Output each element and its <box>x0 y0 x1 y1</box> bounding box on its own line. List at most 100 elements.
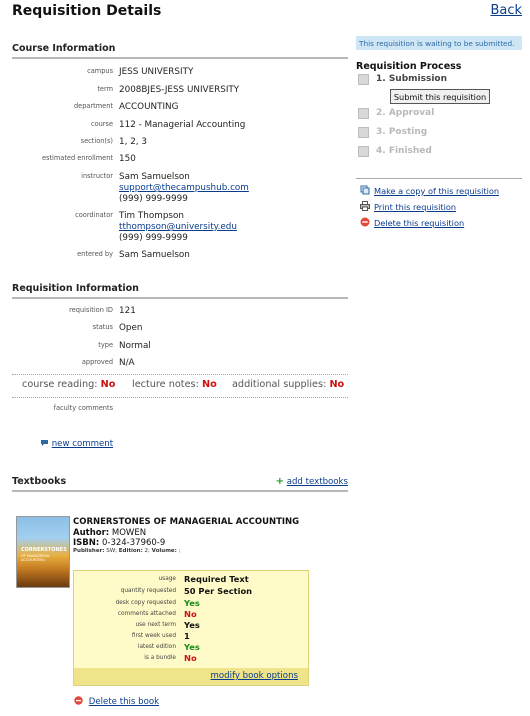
book-volume-label: Volume: <box>151 548 177 554</box>
textbooks-section-title: Textbooks <box>12 476 67 487</box>
book-edition-label: Edition: <box>118 548 143 554</box>
print-action[interactable]: Print this requisition <box>360 201 456 212</box>
type-label: type <box>98 341 113 349</box>
book-author-line: Author: MOWEN <box>73 528 146 538</box>
delete-book-link[interactable]: Delete this book <box>89 697 159 707</box>
comment-icon <box>40 439 49 447</box>
book-isbn-label: ISBN: <box>73 538 100 548</box>
option-label: first week used <box>131 633 176 639</box>
requisition-id-value: 121 <box>119 306 136 316</box>
sidebar-divider <box>356 178 522 179</box>
course-section-rule <box>12 57 348 59</box>
campus-value: JESS UNIVERSITY <box>119 67 194 77</box>
term-label: term <box>97 85 113 93</box>
book-author: MOWEN <box>111 528 147 538</box>
lecture-notes-label: lecture notes: <box>132 379 199 390</box>
option-value: 1 <box>184 631 190 641</box>
book-edition: 2; <box>144 548 150 554</box>
book-author-label: Author: <box>73 528 110 538</box>
book-publisher-label: Publisher: <box>73 548 105 554</box>
course-value: 112 - Managerial Accounting <box>119 120 246 130</box>
book-volume: ; <box>178 548 181 554</box>
department-label: department <box>73 102 113 110</box>
option-label: quantity requested <box>120 588 176 594</box>
additional-supplies-label: additional supplies: <box>232 379 327 390</box>
book-cover-subtitle: OF MANAGERIAL ACCOUNTING <box>21 554 50 562</box>
copy-requisition-link[interactable]: Make a copy of this requisition <box>374 186 499 196</box>
status-notice: This requisition is waiting to be submit… <box>356 36 522 50</box>
back-link[interactable]: Back <box>490 3 522 18</box>
requisition-section-rule <box>12 297 348 299</box>
additional-supplies-value: No <box>329 379 345 390</box>
add-textbooks-link[interactable]: add textbooks <box>287 477 348 487</box>
option-value: No <box>184 653 197 663</box>
step-checkbox-icon <box>358 127 369 138</box>
plus-icon: + <box>275 476 284 487</box>
delete-icon <box>360 217 370 227</box>
delete-icon <box>74 696 83 705</box>
sections-label: section(s) <box>80 137 113 145</box>
add-textbooks-wrap[interactable]: + add textbooks <box>276 476 348 487</box>
option-label: is a bundle <box>144 655 176 661</box>
additional-supplies: additional supplies: No <box>232 379 344 390</box>
book-meta-line: Publisher: SW; Edition: 2; Volume: ; <box>73 548 180 554</box>
book-cover-title: CORNERSTONES <box>21 547 67 553</box>
coordinator-name: Tim Thompson <box>119 211 184 221</box>
status-value: Open <box>119 323 143 333</box>
option-label: usage <box>158 576 177 582</box>
printer-icon <box>360 201 370 211</box>
option-value: Yes <box>184 642 200 652</box>
copy-action[interactable]: Make a copy of this requisition <box>360 185 499 196</box>
option-label: use next term <box>135 622 176 628</box>
new-comment-link[interactable]: new comment <box>52 439 113 449</box>
option-value: Yes <box>184 620 200 630</box>
enrollment-value: 150 <box>119 154 136 164</box>
course-reading-value: No <box>100 379 116 390</box>
copy-icon <box>360 185 370 195</box>
step-checkbox-icon <box>358 74 369 85</box>
term-value: 2008BJES-JESS UNIVERSITY <box>119 85 240 95</box>
entered-by-label: entered by <box>77 250 113 258</box>
requisition-section-title: Requisition Information <box>12 283 139 294</box>
submit-requisition-button[interactable]: Submit this requisition <box>390 89 490 104</box>
step-checkbox-icon <box>358 146 369 157</box>
course-reading-label: course reading: <box>22 379 98 390</box>
extras-top-divider <box>12 374 348 375</box>
new-comment-link-wrap[interactable]: new comment <box>40 439 113 449</box>
type-value: Normal <box>119 341 151 351</box>
requisition-id-label: requisition ID <box>69 306 113 314</box>
delete-book-wrap[interactable]: Delete this book <box>74 696 159 707</box>
instructor-value: Sam Samuelson support@thecampushub.com (… <box>119 172 249 205</box>
coordinator-email-link[interactable]: tthompson@university.edu <box>119 222 237 232</box>
book-title: CORNERSTONES OF MANAGERIAL ACCOUNTING <box>73 517 300 527</box>
coordinator-phone: (999) 999-9999 <box>119 233 188 243</box>
option-value: Yes <box>184 598 200 608</box>
lecture-notes: lecture notes: No <box>132 379 217 390</box>
course-reading: course reading: No <box>22 379 115 390</box>
sections-value: 1, 2, 3 <box>119 137 147 147</box>
page-title: Requisition Details <box>12 3 162 19</box>
faculty-comments-label: faculty comments <box>53 404 113 412</box>
coordinator-value: Tim Thompson tthompson@university.edu (9… <box>119 211 237 244</box>
textbooks-section-rule <box>12 490 348 492</box>
coordinator-label: coordinator <box>75 211 113 219</box>
book-isbn-line: ISBN: 0-324-37960-9 <box>73 538 165 548</box>
status-label: status <box>92 323 113 331</box>
enrollment-label: estimated enrollment <box>41 154 113 162</box>
instructor-phone: (999) 999-9999 <box>119 194 188 204</box>
delete-action[interactable]: Delete this requisition <box>360 217 464 228</box>
course-label: course <box>90 120 113 128</box>
lecture-notes-value: No <box>201 379 217 390</box>
department-value: ACCOUNTING <box>119 102 179 112</box>
approved-value: N/A <box>119 358 135 368</box>
instructor-name: Sam Samuelson <box>119 172 190 182</box>
modify-book-options-link[interactable]: modify book options <box>211 671 299 681</box>
delete-requisition-link[interactable]: Delete this requisition <box>374 218 464 228</box>
campus-label: campus <box>87 67 113 75</box>
instructor-email-link[interactable]: support@thecampushub.com <box>119 183 249 193</box>
print-requisition-link[interactable]: Print this requisition <box>374 202 456 212</box>
instructor-label: instructor <box>81 172 113 180</box>
option-value: Required Text <box>184 574 249 584</box>
process-title: Requisition Process <box>356 61 462 72</box>
step-checkbox-icon <box>358 108 369 119</box>
